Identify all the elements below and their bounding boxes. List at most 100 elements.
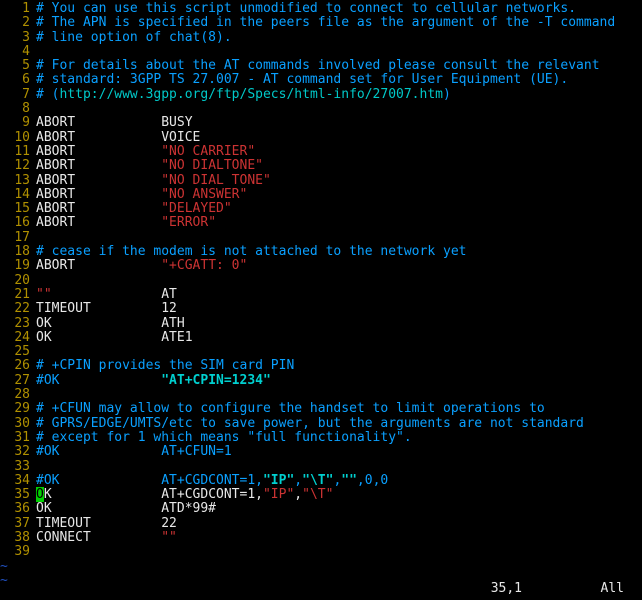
code-line[interactable]: 14ABORT "NO ANSWER" xyxy=(0,188,642,202)
code-content: ABORT "NO DIALTONE" xyxy=(36,159,642,173)
line-number: 24 xyxy=(0,331,36,345)
code-content: TIMEOUT 12 xyxy=(36,302,642,316)
line-number: 28 xyxy=(0,388,36,402)
code-content: # The APN is specified in the peers file… xyxy=(36,16,642,30)
line-number: 36 xyxy=(0,502,36,516)
code-content: "" AT xyxy=(36,288,642,302)
code-content: OK ATE1 xyxy=(36,331,642,345)
line-number: 13 xyxy=(0,174,36,188)
line-number: 29 xyxy=(0,402,36,416)
code-line[interactable]: 27#OK "AT+CPIN=1234" xyxy=(0,374,642,388)
code-line[interactable]: 4 xyxy=(0,45,642,59)
line-number: 4 xyxy=(0,45,36,59)
line-number: 16 xyxy=(0,216,36,230)
line-number: 10 xyxy=(0,131,36,145)
code-content: # +CPIN provides the SIM card PIN xyxy=(36,359,642,373)
line-number: 26 xyxy=(0,359,36,373)
scroll-percent: All xyxy=(601,582,624,596)
code-line[interactable]: 23OK ATH xyxy=(0,317,642,331)
code-line[interactable]: 8 xyxy=(0,102,642,116)
code-line[interactable]: 21"" AT xyxy=(0,288,642,302)
code-line[interactable]: 16ABORT "ERROR" xyxy=(0,216,642,230)
line-number: 33 xyxy=(0,460,36,474)
code-line[interactable]: 7# (http://www.3gpp.org/ftp/Specs/html-i… xyxy=(0,88,642,102)
code-line[interactable]: 38CONNECT "" xyxy=(0,531,642,545)
line-number: 1 xyxy=(0,2,36,16)
code-content: # For details about the AT commands invo… xyxy=(36,59,642,73)
line-number: 15 xyxy=(0,202,36,216)
line-number: 11 xyxy=(0,145,36,159)
code-line[interactable]: 15ABORT "DELAYED" xyxy=(0,202,642,216)
code-content xyxy=(36,45,642,59)
code-line[interactable]: 11ABORT "NO CARRIER" xyxy=(0,145,642,159)
code-line[interactable]: 28 xyxy=(0,388,642,402)
line-number: 34 xyxy=(0,474,36,488)
code-line[interactable]: 18# cease if the modem is not attached t… xyxy=(0,245,642,259)
code-content xyxy=(36,102,642,116)
code-content: #OK AT+CGDCONT=1,"IP","\T","",0,0 xyxy=(36,474,642,488)
code-line[interactable]: 5# For details about the AT commands inv… xyxy=(0,59,642,73)
editor-pane[interactable]: 1# You can use this script unmodified to… xyxy=(0,2,642,578)
line-number: 14 xyxy=(0,188,36,202)
code-content: # You can use this script unmodified to … xyxy=(36,2,642,16)
code-content: OK ATD*99# xyxy=(36,502,642,516)
code-line[interactable]: 20 xyxy=(0,274,642,288)
code-line[interactable]: 6# standard: 3GPP TS 27.007 - AT command… xyxy=(0,73,642,87)
line-number: 20 xyxy=(0,274,36,288)
code-line[interactable]: 31# except for 1 which means "full funct… xyxy=(0,431,642,445)
code-line[interactable]: 9ABORT BUSY xyxy=(0,116,642,130)
line-number: 21 xyxy=(0,288,36,302)
code-line[interactable]: 33 xyxy=(0,460,642,474)
code-content: ABORT "ERROR" xyxy=(36,216,642,230)
code-content xyxy=(36,460,642,474)
code-content: ABORT "DELAYED" xyxy=(36,202,642,216)
line-number: 5 xyxy=(0,59,36,73)
code-line[interactable]: 10ABORT VOICE xyxy=(0,131,642,145)
code-line[interactable]: 22TIMEOUT 12 xyxy=(0,302,642,316)
code-line[interactable]: 32#OK AT+CFUN=1 xyxy=(0,445,642,459)
code-line[interactable]: 29# +CFUN may allow to configure the han… xyxy=(0,402,642,416)
code-line[interactable]: 37TIMEOUT 22 xyxy=(0,517,642,531)
code-line[interactable]: 24OK ATE1 xyxy=(0,331,642,345)
line-number: 8 xyxy=(0,102,36,116)
line-number: 31 xyxy=(0,431,36,445)
line-number: 38 xyxy=(0,531,36,545)
line-number: 3 xyxy=(0,31,36,45)
code-content: ABORT "NO ANSWER" xyxy=(36,188,642,202)
code-content xyxy=(36,274,642,288)
line-number: 22 xyxy=(0,302,36,316)
code-content: CONNECT "" xyxy=(36,531,642,545)
code-content: ABORT VOICE xyxy=(36,131,642,145)
code-line[interactable]: 26# +CPIN provides the SIM card PIN xyxy=(0,359,642,373)
code-content: # except for 1 which means "full functio… xyxy=(36,431,642,445)
code-line[interactable]: 19ABORT "+CGATT: 0" xyxy=(0,259,642,273)
code-line[interactable]: 17 xyxy=(0,231,642,245)
code-line[interactable]: 12ABORT "NO DIALTONE" xyxy=(0,159,642,173)
code-line[interactable]: 30# GPRS/EDGE/UMTS/etc to save power, bu… xyxy=(0,417,642,431)
line-number: 18 xyxy=(0,245,36,259)
cursor-position: 35,1 xyxy=(491,582,522,596)
code-content: # line option of chat(8). xyxy=(36,31,642,45)
line-number: 32 xyxy=(0,445,36,459)
code-line[interactable]: 3# line option of chat(8). xyxy=(0,31,642,45)
code-content: # (http://www.3gpp.org/ftp/Specs/html-in… xyxy=(36,88,642,102)
line-number: 23 xyxy=(0,317,36,331)
code-content xyxy=(36,388,642,402)
code-content: # GPRS/EDGE/UMTS/etc to save power, but … xyxy=(36,417,642,431)
code-content: #OK "AT+CPIN=1234" xyxy=(36,374,642,388)
code-line[interactable]: 34#OK AT+CGDCONT=1,"IP","\T","",0,0 xyxy=(0,474,642,488)
code-content: ABORT "NO DIAL TONE" xyxy=(36,174,642,188)
code-line[interactable]: 25 xyxy=(0,345,642,359)
line-number: 2 xyxy=(0,16,36,30)
line-number: 7 xyxy=(0,88,36,102)
status-bar: 35,1 All xyxy=(0,553,642,596)
line-number: 25 xyxy=(0,345,36,359)
line-number: 12 xyxy=(0,159,36,173)
code-content: ABORT "+CGATT: 0" xyxy=(36,259,642,273)
code-line[interactable]: 2# The APN is specified in the peers fil… xyxy=(0,16,642,30)
code-line[interactable]: 36OK ATD*99# xyxy=(0,502,642,516)
code-content: #OK AT+CFUN=1 xyxy=(36,445,642,459)
code-line[interactable]: 13ABORT "NO DIAL TONE" xyxy=(0,174,642,188)
code-line[interactable]: 1# You can use this script unmodified to… xyxy=(0,2,642,16)
code-line[interactable]: 35OK AT+CGDCONT=1,"IP","\T" xyxy=(0,488,642,502)
